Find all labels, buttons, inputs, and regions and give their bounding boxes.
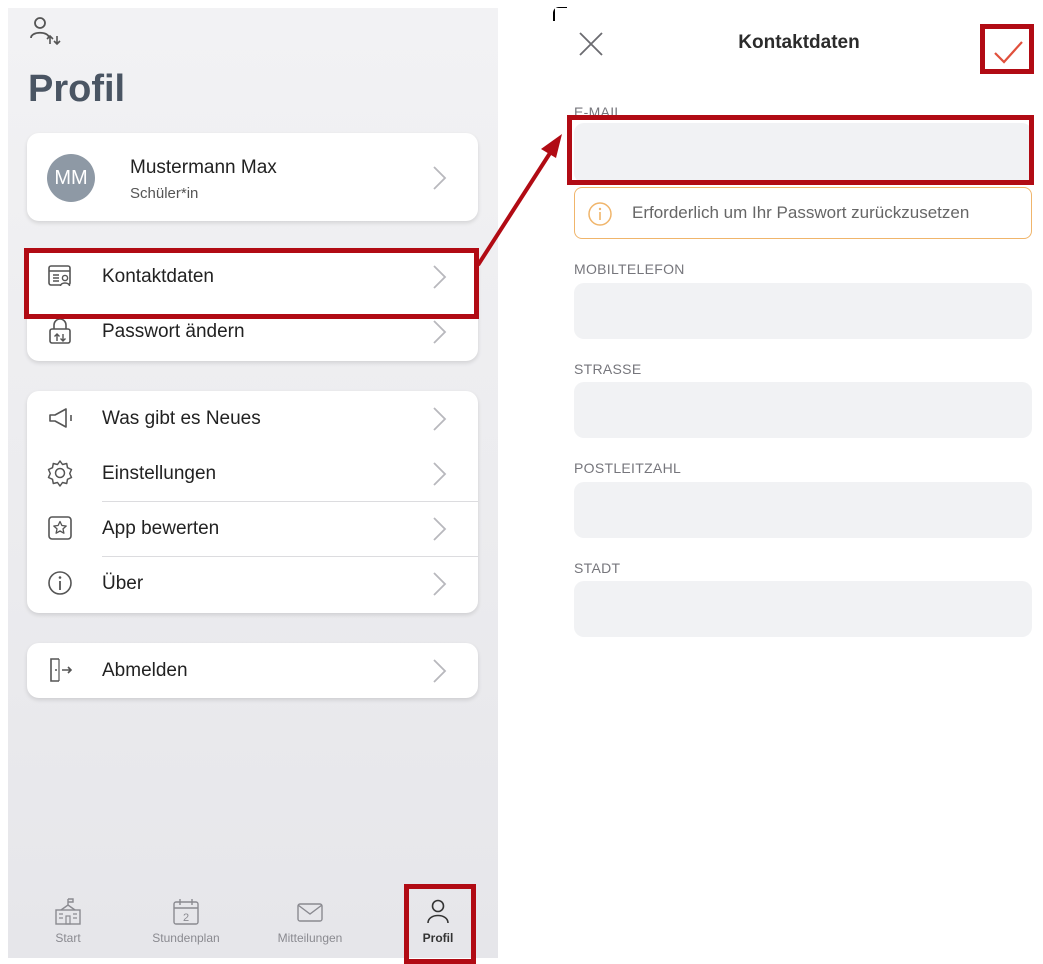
menu-item-label: Abmelden <box>102 659 188 681</box>
menu-item-label: App bewerten <box>102 517 220 539</box>
menu-item-bewerten[interactable]: App bewerten <box>27 501 478 556</box>
password-reset-notice: Erforderlich um Ihr Passwort zurückzuset… <box>574 187 1032 239</box>
chevron-right-icon <box>433 659 447 683</box>
tab-mitteilungen[interactable]: Mitteilungen <box>250 896 370 945</box>
tab-label: Start <box>55 931 81 945</box>
menu-item-label: Passwort ändern <box>102 320 245 342</box>
menu-item-label: Was gibt es Neues <box>102 407 261 429</box>
exit-door-icon <box>50 658 73 682</box>
mobile-label: MOBILTELEFON <box>574 261 685 277</box>
city-label: STADT <box>574 560 621 576</box>
tab-start[interactable]: Start <box>8 896 128 945</box>
star-icon <box>48 516 72 540</box>
tab-stundenplan[interactable]: 2 Stundenplan <box>126 896 246 945</box>
menu-item-abmelden[interactable]: Abmelden <box>27 643 478 698</box>
tab-label: Mitteilungen <box>277 931 343 945</box>
menu-item-neues[interactable]: Was gibt es Neues <box>27 391 478 446</box>
street-label: STRASSE <box>574 361 642 377</box>
profile-card[interactable]: MM Mustermann Max Schüler*in <box>27 133 478 221</box>
school-icon <box>55 898 81 925</box>
city-field[interactable] <box>574 581 1032 637</box>
highlight-email-field <box>567 115 1034 185</box>
page-title: Profil <box>28 68 126 110</box>
menu-item-label: Über <box>102 572 144 594</box>
street-field[interactable] <box>574 382 1032 438</box>
zip-field[interactable] <box>574 482 1032 538</box>
chevron-right-icon <box>433 462 447 486</box>
highlight-profil-tab <box>404 884 476 964</box>
calendar-day: 2 <box>183 912 189 924</box>
profile-role: Schüler*in <box>130 185 199 202</box>
general-card: Was gibt es Neues Einstellungen App bewe… <box>27 391 478 613</box>
chevron-right-icon <box>433 572 447 596</box>
avatar: MM <box>47 154 95 202</box>
zip-label: POSTLEITZAHL <box>574 460 682 476</box>
password-lock-icon <box>49 318 71 344</box>
menu-item-label: Einstellungen <box>102 462 217 484</box>
envelope-icon <box>297 903 323 922</box>
info-icon <box>588 202 612 226</box>
switch-user-icon[interactable] <box>28 14 64 50</box>
profile-name: Mustermann Max <box>130 157 277 178</box>
chevron-right-icon <box>433 407 447 431</box>
chevron-right-icon <box>433 166 447 190</box>
mobile-field[interactable] <box>574 283 1032 339</box>
calendar-icon: 2 <box>173 899 199 925</box>
modal-title: Kontaktdaten <box>738 32 860 53</box>
logout-card: Abmelden <box>27 643 478 698</box>
menu-item-einstellungen[interactable]: Einstellungen <box>27 446 478 501</box>
megaphone-icon <box>49 408 72 428</box>
profile-screen: Profil MM Mustermann Max Schüler*in Kont… <box>8 8 498 958</box>
menu-item-ueber[interactable]: Über <box>27 556 478 611</box>
gear-icon <box>47 460 73 487</box>
highlight-confirm <box>980 24 1034 74</box>
info-icon <box>48 571 72 595</box>
tab-label: Stundenplan <box>152 931 220 945</box>
chevron-right-icon <box>433 517 447 541</box>
chevron-right-icon <box>433 320 447 344</box>
notice-text: Erforderlich um Ihr Passwort zurückzuset… <box>632 203 970 222</box>
highlight-kontaktdaten <box>24 248 479 319</box>
